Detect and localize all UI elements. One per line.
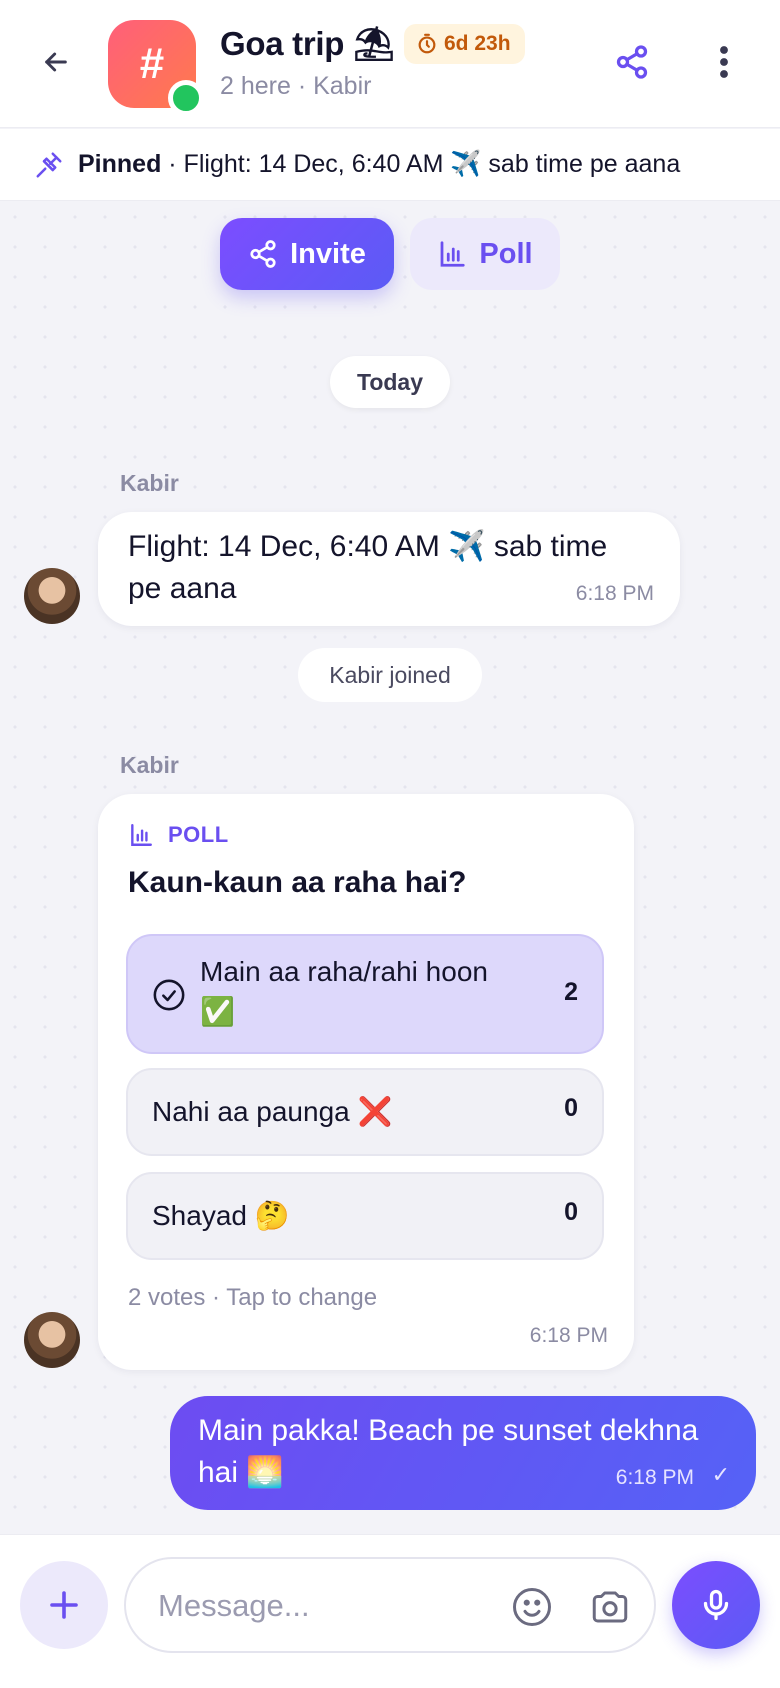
- countdown-badge: 6d 23h: [404, 24, 525, 64]
- poll-question: Kaun-kaun aa raha hai?: [128, 866, 467, 899]
- online-status-dot: [168, 80, 204, 116]
- poll-button[interactable]: Poll: [410, 218, 560, 290]
- message-text: Flight: 14 Dec, 6:40 AM ✈️ sab time pe a…: [128, 526, 607, 610]
- message-line: pe aana: [128, 572, 237, 605]
- poll-card: POLL Kaun-kaun aa raha hai? Main aa raha…: [98, 794, 634, 1370]
- poll-option-text: Nahi aa paunga ❌: [152, 1096, 393, 1127]
- message-line: Flight: 14 Dec, 6:40 AM ✈️ sab time: [128, 530, 608, 563]
- date-divider: Today: [330, 356, 450, 408]
- own-message-bubble[interactable]: Main pakka! Beach pe sunset dekhna hai 🌅…: [170, 1396, 756, 1510]
- chat-header: # Goa trip ⛱ 6d 23h 2 here · Kabir: [0, 0, 780, 128]
- camera-button[interactable]: [584, 1581, 636, 1633]
- message-composer: [0, 1534, 780, 1688]
- message-sender: Kabir: [120, 470, 179, 496]
- chat-title-emoji: ⛱: [352, 24, 395, 63]
- microphone-icon: [703, 1589, 729, 1621]
- pinned-text: · Flight: 14 Dec, 6:40 AM ✈️ sab time pe…: [161, 150, 681, 178]
- countdown-text: 6d 23h: [444, 32, 511, 55]
- message-sender: Kabir: [120, 752, 179, 778]
- group-avatar-symbol: #: [139, 39, 165, 88]
- message-time: 6:18 PM: [615, 1466, 694, 1489]
- stopwatch-icon: [418, 33, 436, 54]
- poll-option-text: Shayad 🤔: [152, 1200, 290, 1231]
- pinned-label: Pinned: [78, 150, 162, 178]
- back-button[interactable]: [36, 42, 76, 82]
- avatar[interactable]: [24, 568, 80, 624]
- message-time: 6:18 PM: [529, 1324, 608, 1347]
- chat-title-text: Goa trip: [220, 25, 345, 62]
- share-icon: [250, 240, 276, 268]
- poll-option[interactable]: Main aa raha/rahi hoon ✅ 2: [126, 934, 604, 1054]
- chat-subtitle: 2 here · Kabir: [220, 72, 372, 100]
- avatar[interactable]: [24, 1312, 80, 1368]
- poll-option-count: 2: [564, 978, 578, 1006]
- poll-tag: POLL: [168, 822, 229, 847]
- poll-option[interactable]: Shayad 🤔 0: [126, 1172, 604, 1260]
- message-bubble[interactable]: Flight: 14 Dec, 6:40 AM ✈️ sab time pe a…: [98, 512, 680, 626]
- poll-option-line: Main aa raha/rahi hoon: [200, 956, 488, 987]
- share-button[interactable]: [610, 40, 654, 84]
- more-vertical-icon: [720, 46, 728, 78]
- poll-option-count: 0: [564, 1198, 578, 1226]
- share-icon: [616, 45, 648, 79]
- poll-header: POLL: [128, 822, 229, 848]
- message-line: Main pakka! Beach pe sunset dekhna: [198, 1414, 699, 1447]
- pin-icon: [36, 152, 62, 177]
- poll-footer[interactable]: 2 votes · Tap to change: [128, 1284, 377, 1312]
- poll-option-count: 0: [564, 1094, 578, 1122]
- attach-button[interactable]: [20, 1561, 108, 1649]
- invite-button[interactable]: Invite: [220, 218, 394, 290]
- pinned-message-bar[interactable]: Pinned · Flight: 14 Dec, 6:40 AM ✈️ sab …: [0, 129, 780, 201]
- system-message: Kabir joined: [298, 648, 482, 702]
- message-input[interactable]: [158, 1581, 478, 1631]
- plus-icon: [50, 1591, 78, 1619]
- more-options-button[interactable]: [704, 40, 744, 84]
- bar-chart-icon: [441, 241, 466, 267]
- message-time: 6:18 PM: [575, 582, 654, 605]
- pinned-content: Pinned · Flight: 14 Dec, 6:40 AM ✈️ sab …: [78, 150, 680, 179]
- emoji-button[interactable]: [506, 1581, 558, 1633]
- message-input-wrapper: [124, 1557, 656, 1653]
- voice-record-button[interactable]: [672, 1561, 760, 1649]
- poll-label: Poll: [479, 237, 533, 270]
- camera-icon: [592, 1591, 628, 1623]
- back-arrow-icon: [45, 52, 67, 72]
- poll-option-line: ✅: [200, 995, 235, 1028]
- poll-option-text: Main aa raha/rahi hoon ✅: [200, 952, 488, 1032]
- invite-label: Invite: [290, 237, 366, 270]
- chat-title[interactable]: Goa trip ⛱: [220, 24, 395, 64]
- read-receipt-icon: ✓: [711, 1462, 730, 1487]
- check-circle-icon: [153, 979, 185, 1011]
- smiley-icon: [513, 1588, 551, 1626]
- bar-chart-icon: [131, 824, 152, 846]
- poll-option[interactable]: Nahi aa paunga ❌ 0: [126, 1068, 604, 1156]
